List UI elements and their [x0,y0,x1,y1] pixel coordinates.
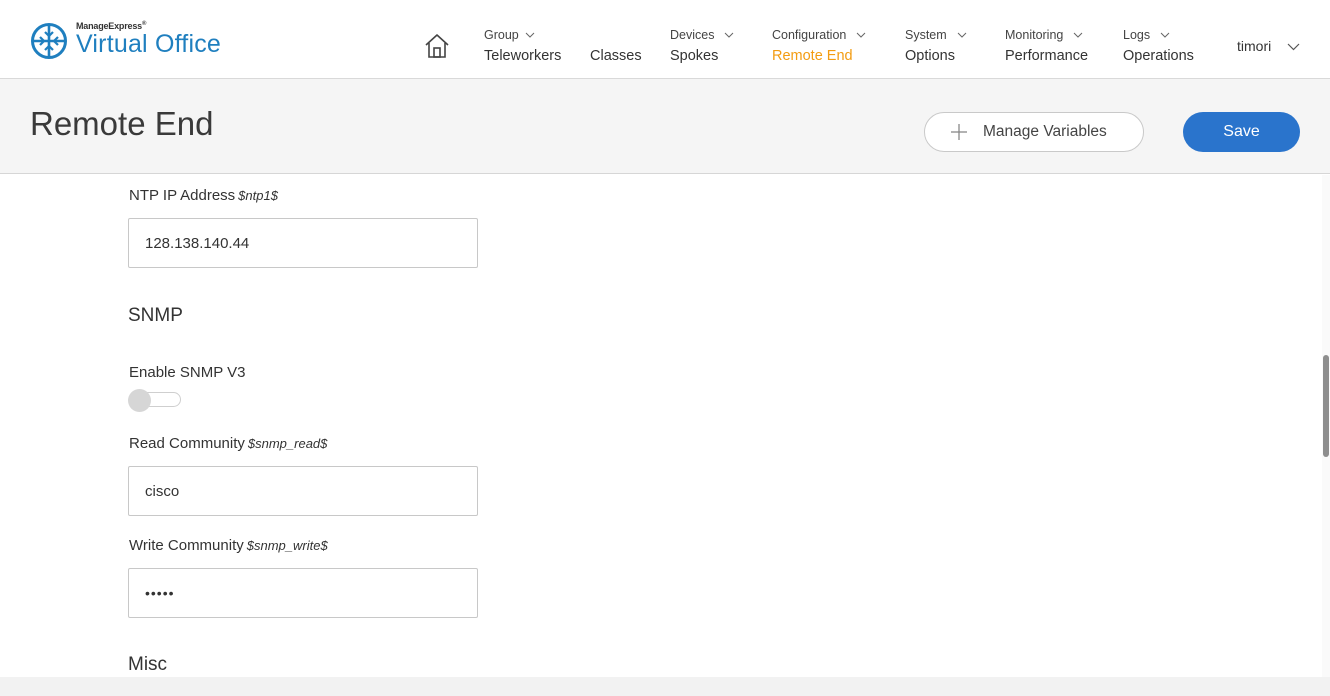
ntp-ip-label: NTP IP Address $ntp1$ [129,187,278,204]
home-icon[interactable] [424,33,450,59]
chevron-down-icon [1160,32,1170,38]
write-community-label: Write Community $snmp_write$ [129,537,328,554]
bottom-strip [0,677,1330,696]
nav-configuration-remote-end[interactable]: Configuration Remote End [772,27,866,64]
write-community-variable: $snmp_write$ [246,538,328,553]
chevron-down-icon [957,32,967,38]
nav-logs-label: Logs [1123,28,1151,42]
scrollbar-thumb[interactable] [1323,355,1329,457]
manage-variables-button[interactable]: Manage Variables [924,112,1144,152]
plus-icon [951,124,967,140]
top-navigation-bar: ManageExpress® Virtual Office Group Tele… [0,0,1330,79]
ntp-ip-input[interactable]: 128.138.140.44 [128,218,478,268]
read-community-variable: $snmp_read$ [247,436,328,451]
page-title: Remote End [30,105,214,142]
ntp-variable-name: $ntp1$ [238,188,278,203]
nav-spokes-label: Spokes [670,48,719,64]
form-content: NTP IP Address $ntp1$ 128.138.140.44 SNMP… [0,175,1322,677]
chevron-down-icon [1287,43,1300,50]
enable-snmp-v3-label: Enable SNMP V3 [129,364,246,381]
toggle-knob [128,389,151,412]
nav-operations-label: Operations [1123,48,1194,64]
nav-system-options[interactable]: System Options [905,27,967,64]
nav-performance-label: Performance [1005,48,1089,64]
enable-snmp-v3-toggle[interactable] [128,389,181,412]
nav-options-label: Options [905,48,955,64]
nav-devices-label: Devices [670,28,715,42]
nav-logs-operations[interactable]: Logs Operations [1123,27,1194,64]
nav-configuration-label: Configuration [772,28,847,42]
nav-remote-end-label: Remote End [772,48,853,64]
read-community-input[interactable]: cisco [128,466,478,516]
nav-devices-spokes[interactable]: Devices Spokes [670,27,734,64]
main-nav: Group Teleworkers Classes Devices Spokes… [0,0,1330,78]
manage-variables-label: Manage Variables [983,123,1107,140]
nav-teleworkers-label: Teleworkers [484,48,562,64]
save-button[interactable]: Save [1183,112,1300,152]
user-menu[interactable]: timori [1237,38,1300,54]
read-community-label: Read Community $snmp_read$ [129,435,328,452]
nav-classes[interactable]: Classes [590,48,642,64]
snmp-section-title: SNMP [128,305,183,326]
nav-group-label: Group [484,28,519,42]
nav-monitoring-label: Monitoring [1005,28,1064,42]
chevron-down-icon [857,32,866,38]
user-name: timori [1237,38,1272,54]
nav-monitoring-performance[interactable]: Monitoring Performance [1005,27,1088,64]
page-header: Remote End Manage Variables Save [0,79,1330,174]
chevron-down-icon [1074,32,1083,38]
chevron-down-icon [725,32,734,38]
vertical-scrollbar[interactable] [1322,175,1330,677]
write-community-password-input[interactable]: ••••• [128,568,478,618]
nav-system-label: System [905,28,947,42]
chevron-down-icon [525,32,535,38]
misc-section-title: Misc [128,654,168,675]
nav-group-teleworkers[interactable]: Group Teleworkers [484,27,561,64]
